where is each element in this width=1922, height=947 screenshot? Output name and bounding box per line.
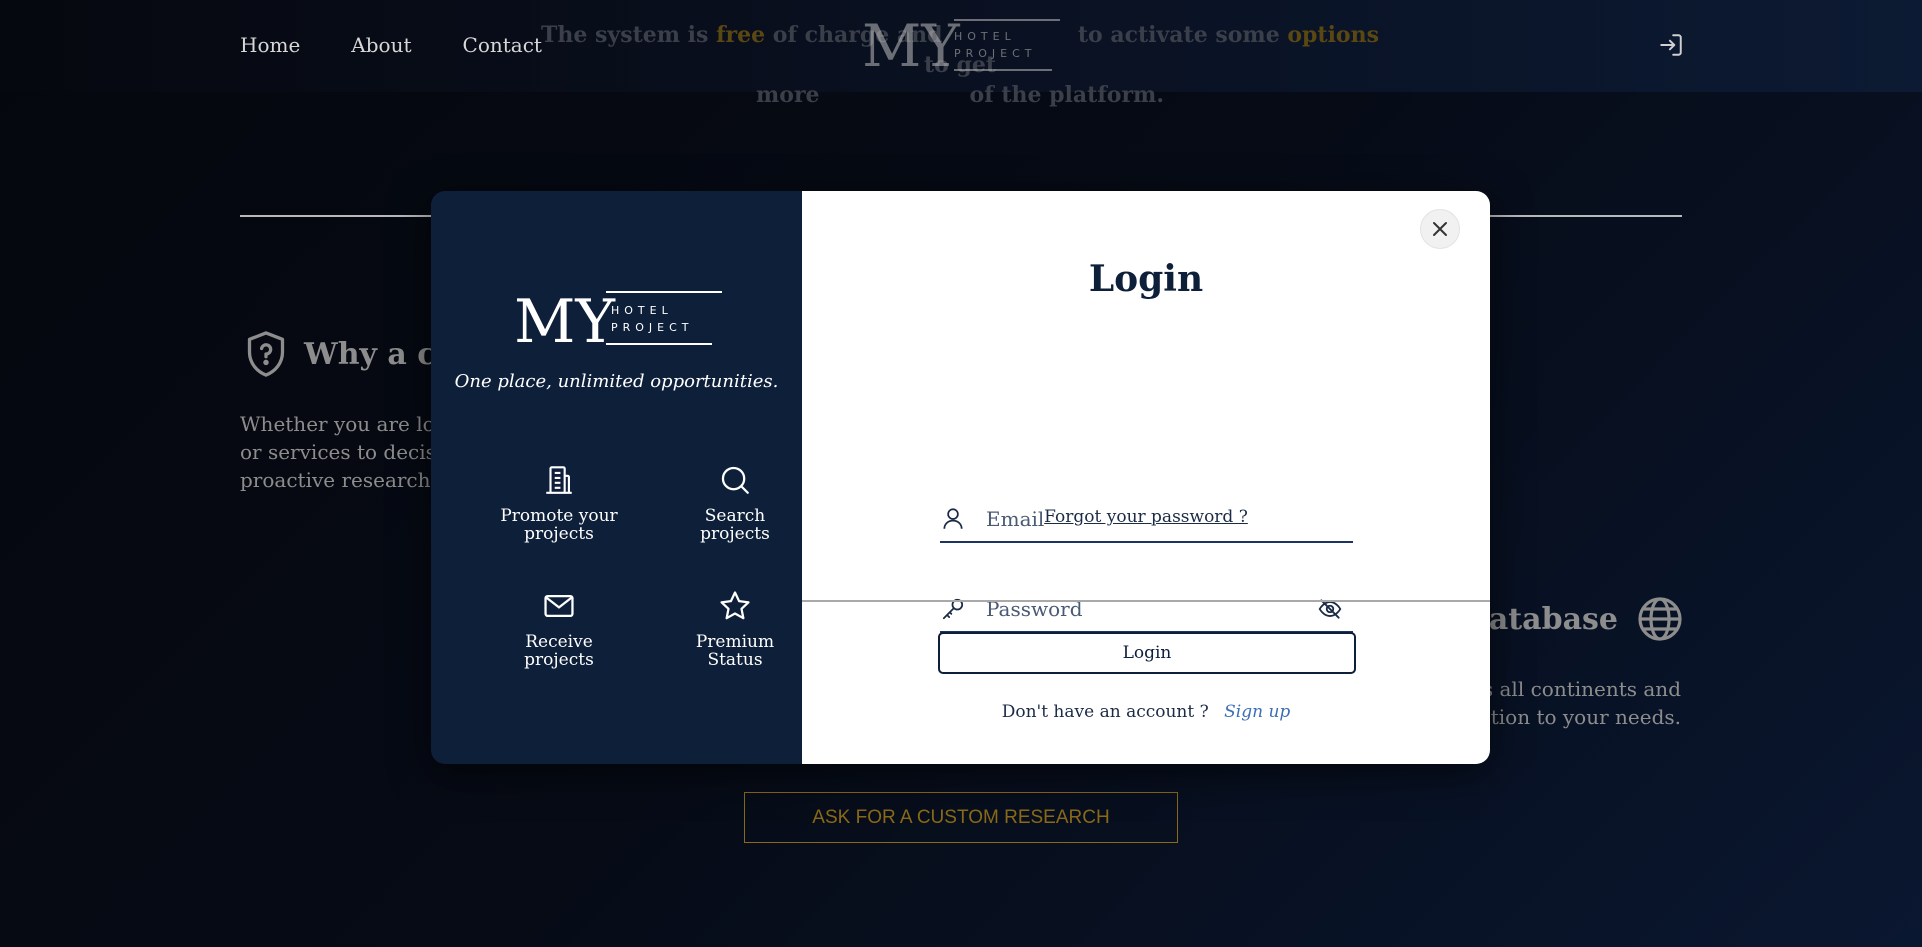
no-account-text: Don't have an account ? [1001, 702, 1209, 722]
logo-my-text: MY [514, 289, 616, 347]
feature-receive: Receive projects [474, 589, 644, 669]
feature-label: Status [707, 650, 763, 670]
search-icon [721, 466, 749, 494]
feature-label: projects [524, 524, 594, 544]
building-icon [546, 466, 572, 494]
star-icon [720, 591, 750, 620]
form-divider [802, 600, 1490, 602]
forgot-password-row: Forgot your password ? [802, 507, 1490, 527]
logo-hotel-text: HOTEL [611, 304, 673, 317]
feature-label: Search [704, 506, 766, 526]
password-field-wrapper [940, 587, 1353, 633]
feature-search: Search projects [650, 463, 820, 543]
signup-row: Don't have an account ? Sign up [802, 702, 1490, 722]
feature-label: Premium [695, 632, 775, 652]
login-button[interactable]: Login [938, 632, 1356, 674]
modal-brand-logo: MY HOTEL PROJECT [514, 289, 722, 347]
feature-premium: Premium Status [650, 589, 820, 669]
feature-label: Receive [525, 632, 593, 652]
password-field[interactable] [986, 587, 1317, 631]
login-form-panel: Login Forgot your password ? Lo [802, 191, 1490, 764]
feature-label: projects [700, 524, 770, 544]
signup-link[interactable]: Sign up [1224, 702, 1290, 722]
feature-promote: Promote your projects [474, 463, 644, 543]
feature-label: Promote your [500, 506, 618, 526]
forgot-password-link[interactable]: Forgot your password ? [1044, 507, 1248, 527]
feature-label: projects [524, 650, 594, 670]
modal-tagline: One place, unlimited opportunities. [454, 371, 779, 392]
logo-project-text: PROJECT [611, 321, 694, 334]
login-modal: MY HOTEL PROJECT One place, unlimited op… [431, 191, 1490, 764]
close-icon [1433, 222, 1447, 236]
login-title: Login [1088, 258, 1204, 300]
modal-promo-panel: MY HOTEL PROJECT One place, unlimited op… [431, 191, 802, 764]
close-button[interactable] [1420, 209, 1460, 249]
mail-icon [544, 594, 574, 618]
